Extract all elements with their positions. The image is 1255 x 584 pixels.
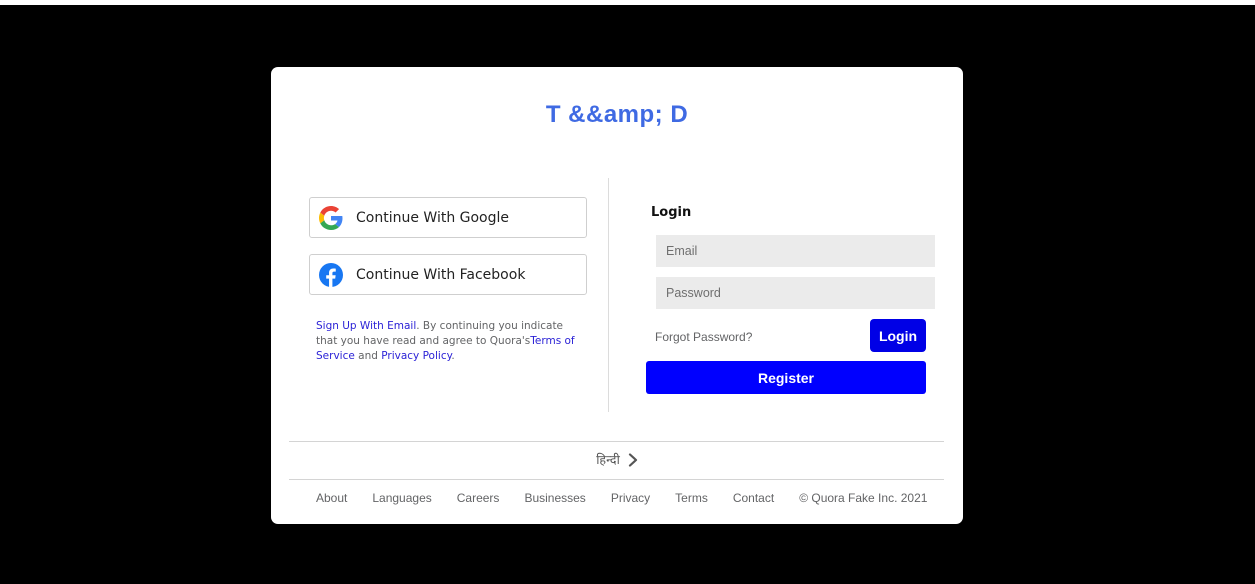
disclaimer-text-3: . <box>451 350 455 362</box>
language-label: हिन्दी <box>596 452 620 467</box>
footer-link-about[interactable]: About <box>316 491 347 505</box>
footer-links: About Languages Careers Businesses Priva… <box>316 491 927 505</box>
language-switcher[interactable]: हिन्दी <box>271 451 963 468</box>
footer-divider-bottom <box>289 479 944 480</box>
footer-link-languages[interactable]: Languages <box>372 491 431 505</box>
copyright-text: © Quora Fake Inc. 2021 <box>799 491 928 505</box>
top-strip <box>0 0 1255 5</box>
login-button[interactable]: Login <box>870 319 926 352</box>
disclaimer-text-2: and <box>354 350 382 362</box>
continue-with-google-button[interactable]: Continue With Google <box>309 197 587 238</box>
privacy-policy-link[interactable]: Privacy Policy <box>381 350 451 362</box>
continue-with-facebook-button[interactable]: Continue With Facebook <box>309 254 587 295</box>
footer-link-privacy[interactable]: Privacy <box>611 491 650 505</box>
column-divider <box>608 178 609 412</box>
footer-divider-top <box>289 441 944 442</box>
register-button[interactable]: Register <box>646 361 926 394</box>
footer-link-contact[interactable]: Contact <box>733 491 774 505</box>
footer-link-terms[interactable]: Terms <box>675 491 708 505</box>
brand-title: T &&amp; D <box>545 101 689 128</box>
signup-disclaimer: Sign Up With Email. By continuing you in… <box>316 319 586 364</box>
google-button-label: Continue With Google <box>356 209 510 226</box>
email-field[interactable] <box>656 235 935 267</box>
facebook-f-icon <box>318 262 344 288</box>
password-field[interactable] <box>656 277 935 309</box>
signup-with-email-link[interactable]: Sign Up With Email <box>316 320 416 332</box>
google-g-icon <box>318 205 344 231</box>
login-heading: Login <box>651 205 692 220</box>
login-card: T &&amp; D Continue With Google Continue… <box>271 67 963 524</box>
facebook-button-label: Continue With Facebook <box>356 266 526 283</box>
forgot-password-link[interactable]: Forgot Password? <box>655 330 752 344</box>
footer-link-businesses[interactable]: Businesses <box>524 491 585 505</box>
footer-link-careers[interactable]: Careers <box>457 491 500 505</box>
chevron-right-icon <box>628 452 638 467</box>
